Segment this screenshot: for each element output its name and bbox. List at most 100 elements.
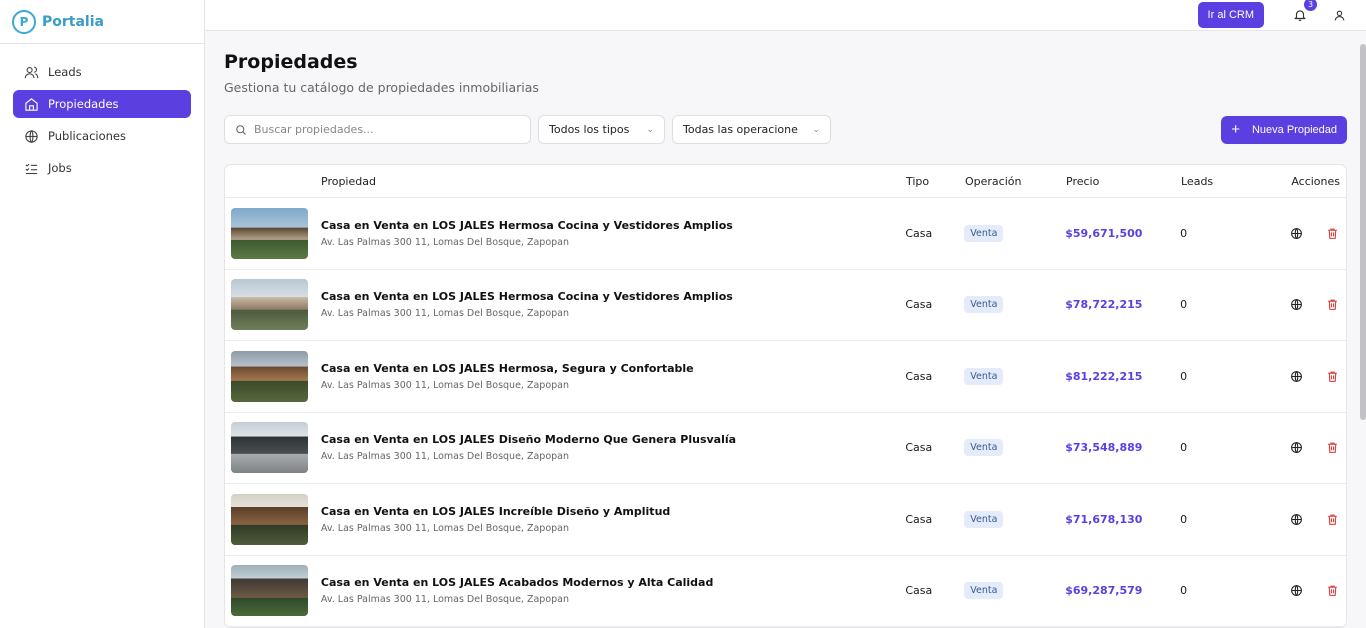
operation-select[interactable]: Todas las operacione ⌄ bbox=[672, 115, 831, 144]
delete-trash-icon[interactable] bbox=[1324, 225, 1340, 241]
search-input[interactable] bbox=[254, 123, 514, 136]
content: Propiedades Gestiona tu catálogo de prop… bbox=[205, 31, 1366, 628]
property-title[interactable]: Casa en Venta en LOS JALES Increíble Dis… bbox=[321, 505, 905, 518]
page-title: Propiedades bbox=[224, 51, 358, 73]
chevron-down-icon: ⌄ bbox=[646, 124, 654, 135]
property-leads: 0 bbox=[1180, 512, 1188, 526]
property-title[interactable]: Casa en Venta en LOS JALES Acabados Mode… bbox=[321, 576, 905, 589]
property-thumbnail[interactable] bbox=[231, 422, 308, 474]
notification-badge: 3 bbox=[1304, 0, 1317, 11]
crm-button[interactable]: Ir al CRM bbox=[1197, 2, 1264, 28]
header-property: Propiedad bbox=[321, 174, 376, 188]
filters-toolbar: Todos los tipos ⌄ Todas las operacione ⌄… bbox=[224, 115, 1347, 144]
property-price: $73,548,889 bbox=[1065, 441, 1143, 455]
sidebar-nav: Leads Propiedades Publicaciones Jobs bbox=[0, 44, 204, 182]
type-select[interactable]: Todos los tipos ⌄ bbox=[538, 115, 665, 144]
operation-badge: Venta bbox=[964, 510, 1004, 528]
list-checks-icon bbox=[23, 160, 39, 176]
property-price: $71,678,130 bbox=[1065, 512, 1143, 526]
property-address: Av. Las Palmas 300 11, Lomas Del Bosque,… bbox=[320, 522, 570, 534]
property-type: Casa bbox=[905, 226, 933, 240]
property-address: Av. Las Palmas 300 11, Lomas Del Bosque,… bbox=[320, 308, 570, 320]
property-thumbnail[interactable] bbox=[231, 493, 308, 545]
publish-globe-icon[interactable] bbox=[1288, 368, 1304, 384]
globe-icon bbox=[23, 128, 39, 144]
property-price: $78,722,215 bbox=[1065, 298, 1143, 312]
publish-globe-icon[interactable] bbox=[1288, 440, 1304, 456]
sidebar-item-label: Leads bbox=[48, 65, 82, 79]
property-leads: 0 bbox=[1180, 584, 1188, 598]
user-menu-button[interactable] bbox=[1330, 6, 1348, 24]
header-actions: Acciones bbox=[1291, 174, 1340, 188]
new-property-button[interactable]: + Nueva Propiedad bbox=[1221, 115, 1347, 144]
home-icon bbox=[23, 96, 39, 112]
notifications-button[interactable]: 3 bbox=[1290, 0, 1317, 25]
property-title[interactable]: Casa en Venta en LOS JALES Hermosa Cocin… bbox=[321, 219, 905, 232]
table-row[interactable]: Casa en Venta en LOS JALES Hermosa, Segu… bbox=[225, 341, 1346, 413]
sidebar-item-propiedades[interactable]: Propiedades bbox=[13, 90, 191, 118]
users-icon bbox=[23, 64, 39, 80]
operation-badge: Venta bbox=[964, 296, 1004, 314]
topbar: Ir al CRM 3 bbox=[205, 0, 1366, 31]
table-row[interactable]: Casa en Venta en LOS JALES Hermosa Cocin… bbox=[225, 198, 1346, 270]
delete-trash-icon[interactable] bbox=[1324, 583, 1340, 599]
property-type: Casa bbox=[905, 298, 933, 312]
table-row[interactable]: Casa en Venta en LOS JALES Increíble Dis… bbox=[225, 484, 1346, 556]
property-thumbnail[interactable] bbox=[231, 350, 308, 402]
property-title[interactable]: Casa en Venta en LOS JALES Diseño Modern… bbox=[321, 433, 905, 446]
sidebar-item-publicaciones[interactable]: Publicaciones bbox=[13, 122, 191, 150]
delete-trash-icon[interactable] bbox=[1324, 297, 1340, 313]
property-price: $59,671,500 bbox=[1065, 226, 1143, 240]
sidebar: P Portalia Leads Propiedades Publicacion… bbox=[0, 0, 205, 628]
delete-trash-icon[interactable] bbox=[1324, 440, 1340, 456]
operation-badge: Venta bbox=[964, 582, 1004, 600]
sidebar-item-jobs[interactable]: Jobs bbox=[13, 154, 191, 182]
type-select-value: Todos los tipos bbox=[549, 123, 630, 136]
property-type: Casa bbox=[905, 584, 933, 598]
property-leads: 0 bbox=[1180, 298, 1188, 312]
operation-badge: Venta bbox=[964, 439, 1004, 457]
property-leads: 0 bbox=[1180, 369, 1188, 383]
property-title[interactable]: Casa en Venta en LOS JALES Hermosa, Segu… bbox=[321, 362, 905, 375]
operation-badge: Venta bbox=[964, 367, 1004, 385]
plus-icon: + bbox=[1231, 121, 1240, 138]
table-row[interactable]: Casa en Venta en LOS JALES Diseño Modern… bbox=[225, 413, 1346, 484]
user-icon bbox=[1334, 10, 1344, 20]
delete-trash-icon[interactable] bbox=[1324, 368, 1340, 384]
portalia-logo-icon: P bbox=[12, 9, 36, 34]
delete-trash-icon[interactable] bbox=[1324, 511, 1340, 527]
page-scrollbar[interactable] bbox=[1360, 44, 1366, 420]
property-type: Casa bbox=[905, 441, 933, 455]
page-subtitle: Gestiona tu catálogo de propiedades inmo… bbox=[224, 80, 539, 95]
table-row[interactable]: Casa en Venta en LOS JALES Hermosa Cocin… bbox=[225, 270, 1346, 341]
properties-table: Propiedad Tipo Operación Precio Leads Ac… bbox=[224, 164, 1347, 628]
brand-name: Portalia bbox=[42, 13, 104, 30]
operation-badge: Venta bbox=[964, 224, 1004, 242]
chevron-down-icon: ⌄ bbox=[812, 124, 820, 135]
bell-icon bbox=[1293, 10, 1307, 21]
header-leads: Leads bbox=[1181, 174, 1214, 188]
property-title[interactable]: Casa en Venta en LOS JALES Hermosa Cocin… bbox=[321, 290, 905, 303]
search-box[interactable] bbox=[224, 115, 531, 144]
property-address: Av. Las Palmas 300 11, Lomas Del Bosque,… bbox=[320, 236, 570, 248]
property-leads: 0 bbox=[1180, 226, 1188, 240]
table-header: Propiedad Tipo Operación Precio Leads Ac… bbox=[225, 165, 1346, 198]
brand[interactable]: P Portalia bbox=[0, 0, 204, 44]
property-thumbnail[interactable] bbox=[231, 207, 308, 259]
property-type: Casa bbox=[905, 369, 933, 383]
publish-globe-icon[interactable] bbox=[1288, 583, 1304, 599]
sidebar-item-leads[interactable]: Leads bbox=[13, 58, 191, 86]
publish-globe-icon[interactable] bbox=[1288, 225, 1304, 241]
property-address: Av. Las Palmas 300 11, Lomas Del Bosque,… bbox=[320, 379, 570, 391]
property-thumbnail[interactable] bbox=[231, 565, 308, 617]
publish-globe-icon[interactable] bbox=[1288, 297, 1304, 313]
table-row[interactable]: Casa en Venta en LOS JALES Acabados Mode… bbox=[225, 556, 1346, 627]
search-icon bbox=[236, 124, 246, 135]
app: P Portalia Leads Propiedades Publicacion… bbox=[0, 0, 1366, 628]
publish-globe-icon[interactable] bbox=[1288, 511, 1304, 527]
property-address: Av. Las Palmas 300 11, Lomas Del Bosque,… bbox=[320, 451, 570, 463]
main: Ir al CRM 3 Propiedades Gestiona tu catá… bbox=[205, 0, 1366, 628]
header-type: Tipo bbox=[906, 174, 930, 188]
property-thumbnail[interactable] bbox=[231, 279, 308, 331]
sidebar-item-label: Publicaciones bbox=[48, 129, 126, 143]
